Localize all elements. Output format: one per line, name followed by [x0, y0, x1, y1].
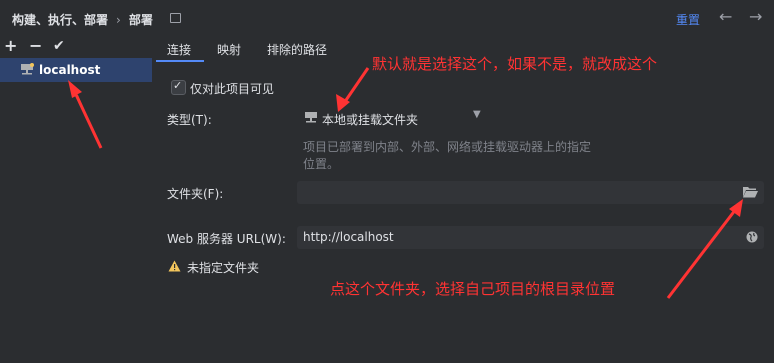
arrow-to-server-shaft	[70, 85, 103, 149]
arrow-to-folder-shaft	[666, 204, 741, 299]
annotation-arrows	[68, 67, 743, 299]
